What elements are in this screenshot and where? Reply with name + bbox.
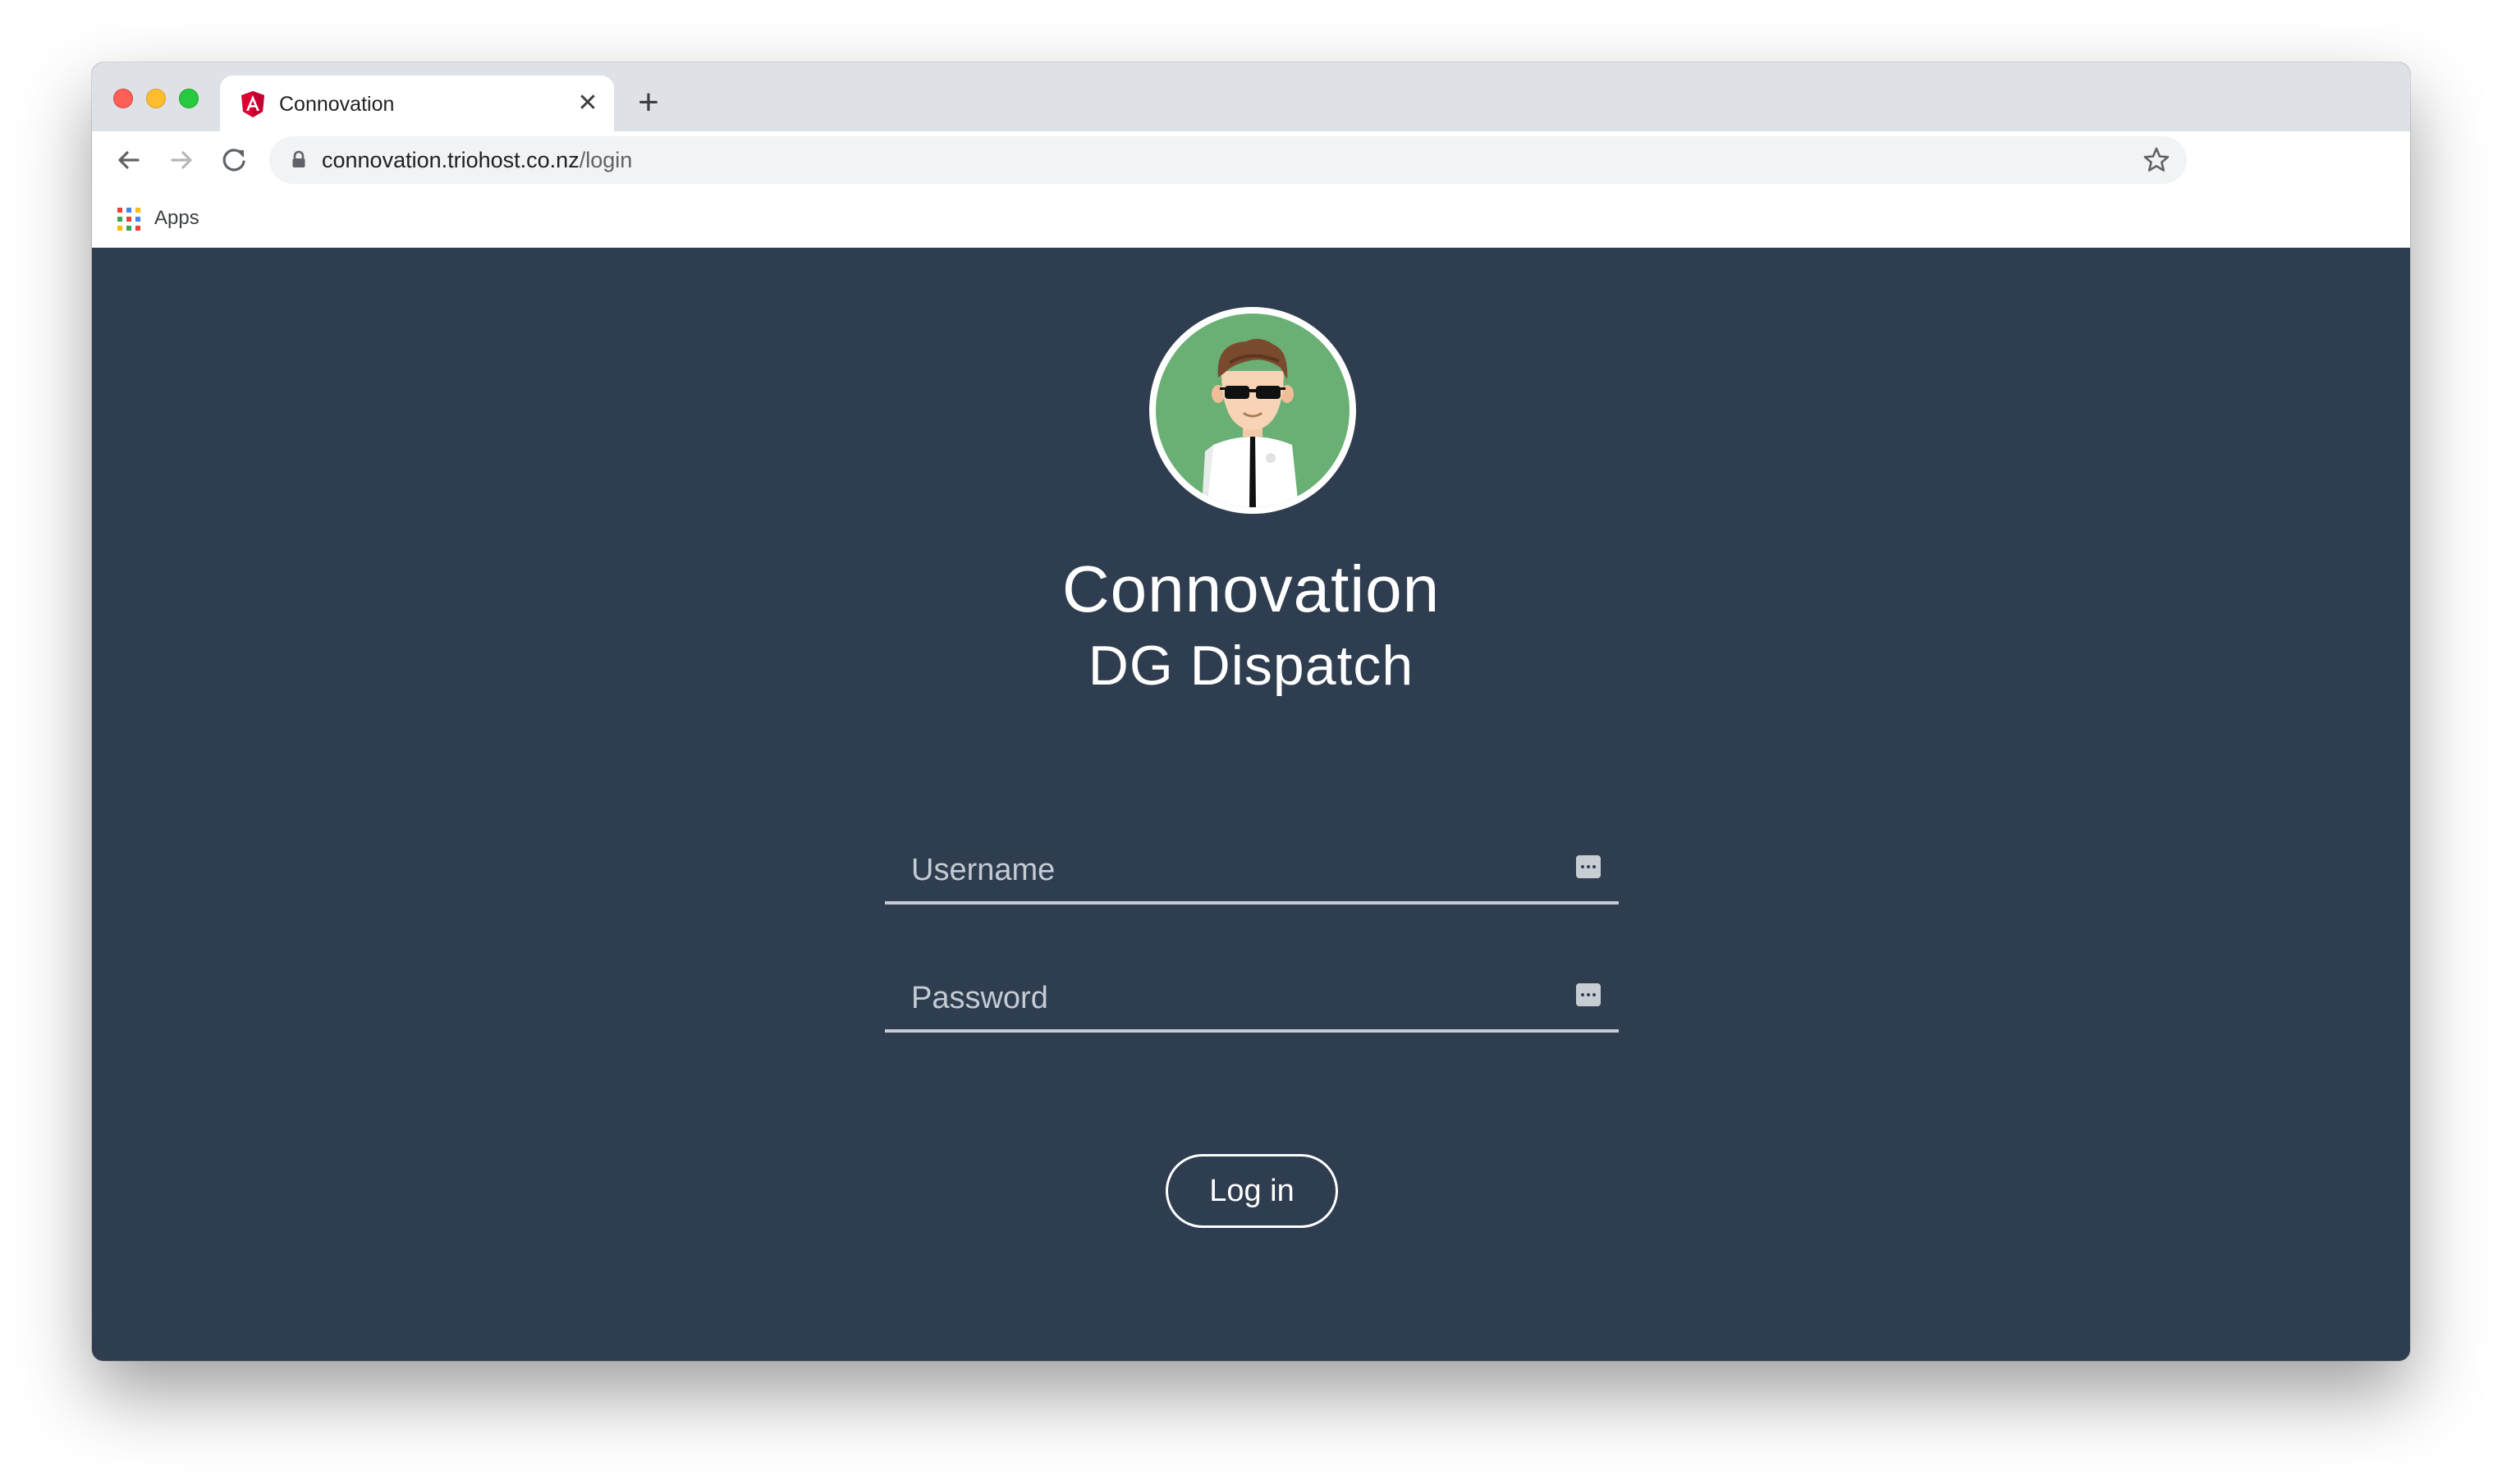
- login-page: Connovation DG Dispatch Log in: [92, 248, 2410, 1361]
- angular-logo-icon: [240, 90, 266, 118]
- url-text[interactable]: connovation.triohost.co.nz/login: [322, 146, 632, 174]
- avatar: [1149, 307, 1356, 514]
- forward-arrow-icon[interactable]: [164, 143, 199, 177]
- new-tab-button[interactable]: +: [630, 85, 667, 121]
- minimize-window-button[interactable]: [146, 89, 166, 108]
- app-subtitle: DG Dispatch: [1088, 634, 1414, 697]
- username-field: [885, 839, 1619, 905]
- lock-icon[interactable]: [287, 149, 310, 172]
- apps-grid-icon[interactable]: [117, 207, 141, 231]
- password-input[interactable]: [911, 967, 1551, 1029]
- app-title: Connovation: [1061, 552, 1441, 625]
- username-input[interactable]: [911, 839, 1551, 901]
- password-manager-icon[interactable]: [1576, 855, 1601, 878]
- tab-title: Connovation: [279, 93, 395, 116]
- browser-toolbar: connovation.triohost.co.nz/login: [92, 131, 2410, 189]
- cartoon-agent-avatar-icon: [1156, 314, 1350, 507]
- bookmarks-bar: Apps: [92, 189, 2410, 248]
- url-host: connovation.triohost.co.nz: [322, 148, 580, 172]
- address-bar[interactable]: connovation.triohost.co.nz/login: [269, 136, 2187, 184]
- back-arrow-icon[interactable]: [112, 143, 146, 177]
- bookmark-star-icon[interactable]: [2141, 144, 2172, 176]
- password-manager-icon[interactable]: [1576, 983, 1601, 1006]
- close-window-button[interactable]: [113, 89, 133, 108]
- maximize-window-button[interactable]: [179, 89, 199, 108]
- tab-connovation[interactable]: Connovation ✕: [220, 76, 614, 131]
- login-button[interactable]: Log in: [1166, 1154, 1338, 1228]
- tab-strip: Connovation ✕ +: [92, 62, 2410, 131]
- url-path: /login: [579, 148, 633, 172]
- close-tab-icon[interactable]: ✕: [575, 90, 601, 117]
- password-field: [885, 967, 1619, 1033]
- bookmark-apps[interactable]: Apps: [154, 205, 199, 231]
- reload-icon[interactable]: [217, 143, 251, 177]
- browser-window: Connovation ✕ + connovation.triohost.co.…: [92, 62, 2410, 1361]
